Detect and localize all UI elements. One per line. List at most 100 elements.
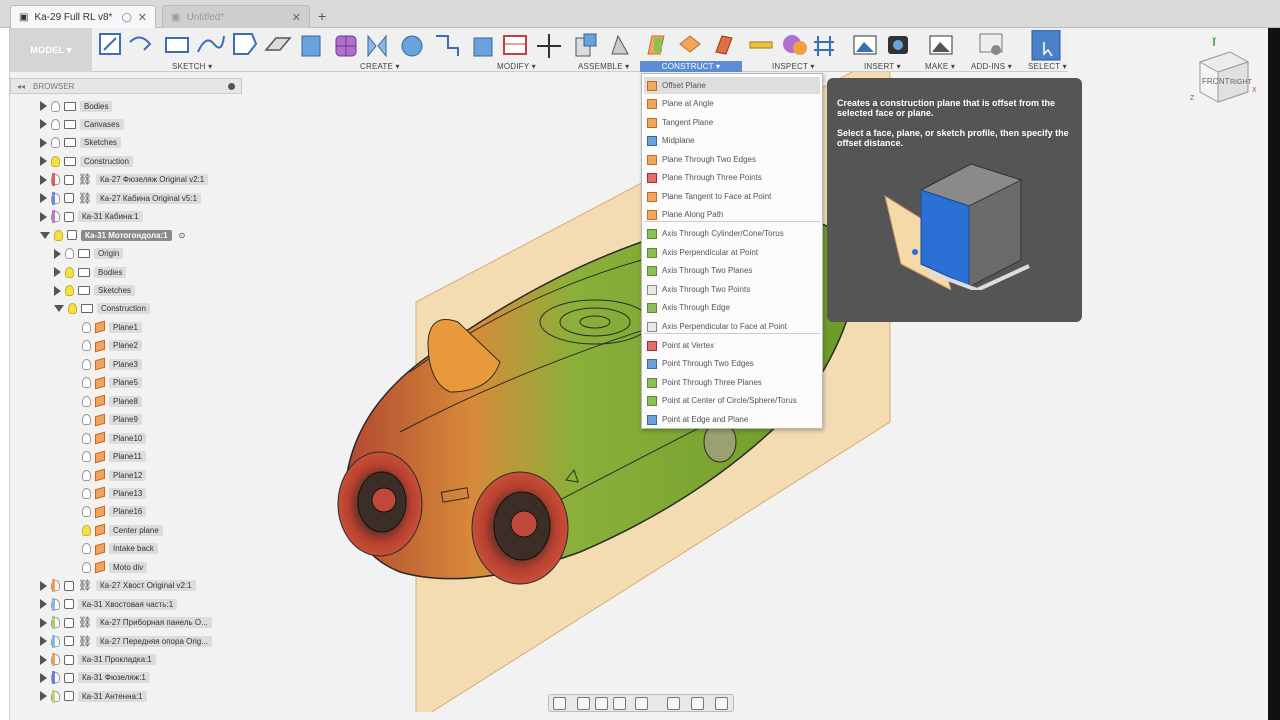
browser-item[interactable]: ⛓ Ка-27 Передняя опора Orig... bbox=[40, 633, 212, 649]
collapse-panel-icon[interactable]: ◂◂ bbox=[17, 82, 25, 91]
visibility-bulb-icon[interactable] bbox=[65, 248, 74, 260]
browser-item[interactable]: Ка-31 Хвостовая часть:1 bbox=[40, 596, 178, 612]
new-tab-button[interactable]: + bbox=[318, 8, 326, 24]
construct-menu-item[interactable]: Plane at Angle bbox=[644, 95, 820, 112]
browser-item[interactable]: Ка-31 Фюзеляж:1 bbox=[40, 670, 150, 686]
visibility-bulb-icon[interactable] bbox=[68, 303, 77, 315]
construct-menu-item[interactable]: Plane Tangent to Face at Point bbox=[644, 188, 820, 205]
visibility-bulb-icon[interactable] bbox=[82, 321, 91, 333]
browser-item[interactable]: Plane8 bbox=[68, 393, 142, 409]
measure-icon[interactable] bbox=[749, 41, 773, 49]
browser-item[interactable]: Ка-31 Кабина:1 bbox=[40, 209, 143, 225]
collapse-arrow-icon[interactable] bbox=[40, 231, 50, 239]
add-ins-menu[interactable]: ADD-INS ▾ bbox=[971, 62, 1012, 71]
insert-canvas-icon[interactable] bbox=[853, 35, 877, 55]
visibility-bulb-icon[interactable] bbox=[82, 377, 91, 389]
insert-mesh-icon[interactable] bbox=[888, 36, 908, 54]
visibility-bulb-icon[interactable] bbox=[65, 285, 74, 296]
visibility-bulb-icon[interactable] bbox=[82, 432, 91, 444]
section-analysis-icon[interactable] bbox=[814, 36, 834, 56]
visibility-bulb-icon[interactable] bbox=[51, 100, 60, 112]
browser-item[interactable]: Plane2 bbox=[68, 338, 142, 354]
display-settings-icon[interactable] bbox=[667, 697, 680, 710]
expand-arrow-icon[interactable] bbox=[40, 599, 47, 610]
air-intake-right[interactable] bbox=[471, 471, 569, 585]
expand-arrow-icon[interactable] bbox=[40, 617, 47, 628]
visibility-bulb-icon[interactable] bbox=[82, 451, 91, 463]
zoom-icon[interactable] bbox=[613, 697, 626, 710]
rigid-group-icon[interactable] bbox=[611, 34, 629, 55]
form-icon[interactable] bbox=[335, 35, 357, 57]
browser-item[interactable]: Moto div bbox=[68, 559, 148, 575]
visibility-bulb-icon[interactable] bbox=[82, 561, 91, 573]
browser-item[interactable]: Plane16 bbox=[68, 504, 147, 520]
browser-item[interactable]: ⛓ Ка-27 Кабина Original v5:1 bbox=[40, 190, 202, 206]
construct-menu-item[interactable]: Axis Through Cylinder/Cone/Torus bbox=[644, 225, 820, 242]
expand-arrow-icon[interactable] bbox=[40, 156, 47, 167]
plane-at-angle-icon[interactable] bbox=[679, 35, 701, 53]
look-at-icon[interactable] bbox=[577, 697, 590, 710]
visibility-bulb-icon[interactable] bbox=[82, 543, 91, 555]
browser-item[interactable]: Center plane bbox=[68, 522, 163, 538]
polygon-icon[interactable] bbox=[233, 33, 258, 55]
close-icon[interactable]: ✕ bbox=[292, 11, 301, 24]
expand-arrow-icon[interactable] bbox=[40, 636, 47, 647]
plane-sketch-icon[interactable] bbox=[264, 37, 292, 51]
browser-item[interactable]: Plane11 bbox=[68, 449, 146, 465]
visibility-bulb-icon[interactable] bbox=[82, 506, 91, 518]
create-menu[interactable]: CREATE ▾ bbox=[360, 62, 400, 71]
visibility-bulb-icon[interactable] bbox=[54, 229, 63, 241]
browser-item[interactable]: Plane1 bbox=[68, 319, 142, 335]
expand-arrow-icon[interactable] bbox=[40, 580, 47, 591]
tangent-plane-icon[interactable] bbox=[715, 35, 733, 55]
construct-menu-item[interactable]: Point at Center of Circle/Sphere/Torus bbox=[644, 392, 820, 409]
browser-item[interactable]: Origin bbox=[54, 246, 124, 262]
viewports-icon[interactable] bbox=[715, 697, 728, 710]
expand-arrow-icon[interactable] bbox=[54, 267, 61, 278]
browser-item[interactable]: Ка-31 Антенна:1 bbox=[40, 688, 147, 704]
collapse-arrow-icon[interactable] bbox=[54, 305, 64, 313]
expand-arrow-icon[interactable] bbox=[54, 248, 61, 259]
construct-menu-item[interactable]: Plane Through Three Points bbox=[644, 169, 820, 186]
browser-item[interactable]: ⛓ Ка-27 Приборная панель О... bbox=[40, 615, 212, 631]
visibility-bulb-icon[interactable] bbox=[82, 358, 91, 370]
construct-menu-item[interactable]: Axis Through Edge bbox=[644, 299, 820, 316]
construct-menu-item[interactable]: Point at Edge and Plane bbox=[644, 411, 820, 428]
browser-item[interactable]: Sketches bbox=[40, 135, 121, 151]
mirror-icon[interactable] bbox=[367, 34, 387, 58]
visibility-bulb-icon[interactable] bbox=[82, 414, 91, 426]
browser-item[interactable]: Plane12 bbox=[68, 467, 147, 483]
construct-menu-item[interactable]: Axis Through Two Points bbox=[644, 281, 820, 298]
browser-item[interactable]: Plane3 bbox=[68, 356, 142, 372]
browser-item[interactable]: ⛓ Ка-27 Фюзеляж Original v2:1 bbox=[40, 172, 209, 188]
expand-arrow-icon[interactable] bbox=[40, 211, 47, 222]
browser-item[interactable]: Plane10 bbox=[68, 430, 147, 446]
activate-radio-icon[interactable]: ⊙ bbox=[179, 231, 186, 240]
browser-header[interactable]: ◂◂ BROWSER bbox=[10, 78, 242, 94]
construct-menu-item[interactable]: Axis Through Two Planes bbox=[644, 262, 820, 279]
expand-arrow-icon[interactable] bbox=[40, 119, 47, 130]
browser-item[interactable]: Canvases bbox=[40, 116, 124, 132]
air-intake-left[interactable] bbox=[337, 451, 423, 557]
select-icon[interactable] bbox=[1031, 30, 1061, 61]
offset-plane-toolbar-icon[interactable] bbox=[647, 35, 665, 55]
construct-menu-item[interactable]: Point Through Three Planes bbox=[644, 374, 820, 391]
insert-menu[interactable]: INSERT ▾ bbox=[864, 62, 901, 71]
construct-menu-item[interactable]: Point Through Two Edges bbox=[644, 355, 820, 372]
expand-arrow-icon[interactable] bbox=[40, 193, 47, 204]
sketch-menu[interactable]: SKETCH ▾ bbox=[172, 62, 212, 71]
browser-item[interactable]: Construction bbox=[40, 153, 133, 169]
line-icon[interactable] bbox=[129, 36, 152, 51]
construct-menu-item[interactable]: Offset Plane bbox=[644, 77, 820, 94]
visibility-bulb-icon[interactable] bbox=[82, 524, 91, 536]
press-pull-icon[interactable] bbox=[473, 37, 493, 57]
browser-item[interactable]: Sketches bbox=[54, 283, 135, 299]
expand-arrow-icon[interactable] bbox=[40, 137, 47, 148]
visibility-bulb-icon[interactable] bbox=[65, 266, 74, 278]
fit-icon[interactable] bbox=[635, 697, 648, 710]
browser-item[interactable]: Plane9 bbox=[68, 412, 142, 428]
modify-menu[interactable]: MODIFY ▾ bbox=[497, 62, 536, 71]
tab-untitled[interactable]: ▣ Untitled* ✕ bbox=[162, 5, 310, 28]
expand-arrow-icon[interactable] bbox=[40, 691, 47, 702]
browser-item[interactable]: Construction bbox=[54, 301, 150, 317]
